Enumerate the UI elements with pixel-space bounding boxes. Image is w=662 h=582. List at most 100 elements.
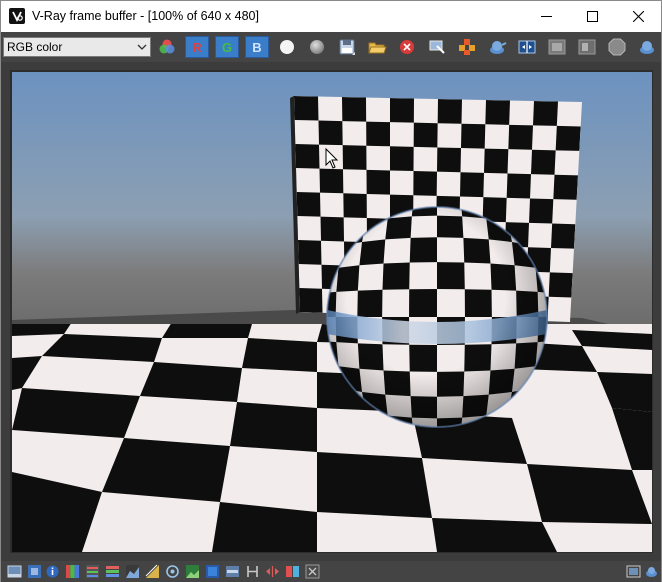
stop-render-button[interactable]: [605, 36, 629, 58]
blue-channel-label: B: [252, 39, 262, 55]
render-last-icon: [490, 41, 507, 54]
wall-check-tile: [298, 240, 322, 265]
wall-check-tile: [318, 120, 343, 146]
close-button[interactable]: [615, 1, 661, 32]
view-white-button[interactable]: [275, 36, 299, 58]
channel-select-value: RGB color: [7, 40, 63, 54]
wall-check-tile: [508, 124, 533, 150]
wall-check-tile: [506, 173, 531, 199]
ocio-button[interactable]: [225, 564, 240, 579]
toolbar: RGB color R G B: [1, 32, 661, 62]
hsl-icon: [86, 565, 99, 578]
wall-check-tile: [484, 148, 509, 174]
minimize-button[interactable]: [523, 1, 569, 32]
wall-check-tile: [296, 192, 321, 217]
exposure-icon: [145, 564, 159, 578]
wall-check-tile: [342, 145, 367, 170]
background-image-icon: [186, 565, 199, 578]
status-bar: [1, 561, 661, 582]
channel-select[interactable]: RGB color: [3, 37, 151, 57]
open-image-icon: [368, 42, 387, 54]
settings-icon: [28, 565, 41, 578]
close-icon: [632, 11, 644, 22]
rendered-image[interactable]: [12, 72, 652, 552]
info-icon: [46, 565, 59, 578]
track-mouse-button[interactable]: [425, 36, 449, 58]
green-channel-label: G: [221, 39, 233, 55]
color-clamp-button[interactable]: [285, 564, 300, 579]
clear-image-icon: [400, 40, 414, 54]
white-balance-button[interactable]: [165, 564, 180, 579]
clamp-icon: [286, 566, 299, 577]
compare-icon: [518, 40, 536, 54]
view-gray-button[interactable]: [305, 36, 329, 58]
view-white-icon: [280, 40, 294, 54]
lens-effects-icon: [548, 39, 566, 55]
teapot-icon: [646, 567, 657, 577]
vertical-mirror-button[interactable]: [265, 564, 280, 579]
wall-check-tile: [342, 97, 367, 122]
curves-button[interactable]: [125, 564, 140, 579]
background-image-button[interactable]: [185, 564, 200, 579]
stop-render-icon: [608, 38, 626, 56]
red-channel-label: R: [192, 39, 202, 55]
wall-check-tile: [548, 272, 573, 298]
pixel-aspect-button[interactable]: [305, 564, 320, 579]
h-letter-icon: [247, 566, 258, 577]
history-button[interactable]: [575, 36, 599, 58]
vray-logo-icon[interactable]: [9, 8, 25, 24]
save-image-button[interactable]: [335, 36, 359, 58]
wall-check-tile: [551, 223, 576, 249]
wall-check-tile: [366, 169, 390, 195]
toggle-panel-button[interactable]: [7, 564, 22, 579]
floor-checkerboard: [12, 324, 652, 552]
color-corrections-button[interactable]: [155, 36, 179, 58]
vfb-settings-button[interactable]: [27, 564, 42, 579]
levels-button[interactable]: [65, 564, 80, 579]
chevron-down-icon: [137, 44, 147, 50]
region-render-button[interactable]: [455, 36, 479, 58]
green-channel-button[interactable]: G: [215, 36, 239, 58]
wall-check-tile: [555, 125, 581, 151]
maximize-button[interactable]: [569, 1, 615, 32]
curves-icon: [126, 565, 139, 578]
white-balance-icon: [166, 565, 179, 578]
maximize-icon: [586, 11, 598, 22]
window-title: V-Ray frame buffer - [100% of 640 x 480]: [32, 9, 259, 23]
wall-check-tile: [390, 146, 414, 172]
compare-button[interactable]: [515, 36, 539, 58]
wall-check-tile: [553, 174, 578, 200]
color-corrections-icon: [159, 39, 175, 54]
color-balance-icon: [106, 566, 119, 577]
render-last-button[interactable]: [485, 36, 509, 58]
color-balance-button[interactable]: [105, 564, 120, 579]
vray-frame-buffer-window: V-Ray frame buffer - [100% of 640 x 480]…: [0, 0, 662, 582]
ocio-icon: [226, 566, 239, 577]
mirror-icon: [266, 566, 279, 577]
clear-image-button[interactable]: [395, 36, 419, 58]
lens-effects-button[interactable]: [545, 36, 569, 58]
title-bar[interactable]: V-Ray frame buffer - [100% of 640 x 480]: [1, 1, 661, 32]
lut-button[interactable]: [205, 564, 220, 579]
interactive-render-button[interactable]: [635, 36, 659, 58]
minimize-icon: [540, 16, 552, 17]
render-teapot-button[interactable]: [644, 564, 659, 579]
history-panel-icon: [626, 565, 641, 578]
wall-check-tile: [461, 123, 486, 149]
wall-check-tile: [413, 171, 437, 196]
wall-check-tile: [413, 122, 438, 148]
wall-check-tile: [319, 168, 344, 194]
wall-check-tile: [299, 288, 323, 313]
open-image-button[interactable]: [365, 36, 389, 58]
blue-channel-button[interactable]: B: [245, 36, 269, 58]
wall-check-tile: [437, 99, 462, 124]
toggle-history-button[interactable]: [626, 564, 641, 579]
exposure-button[interactable]: [145, 564, 160, 579]
horizontal-mirror-button[interactable]: [245, 564, 260, 579]
levels-icon: [66, 565, 79, 578]
red-channel-button[interactable]: R: [185, 36, 209, 58]
hsl-button[interactable]: [85, 564, 100, 579]
wall-check-tile: [320, 216, 344, 242]
wall-check-tile: [460, 172, 484, 198]
info-button[interactable]: [45, 564, 60, 579]
